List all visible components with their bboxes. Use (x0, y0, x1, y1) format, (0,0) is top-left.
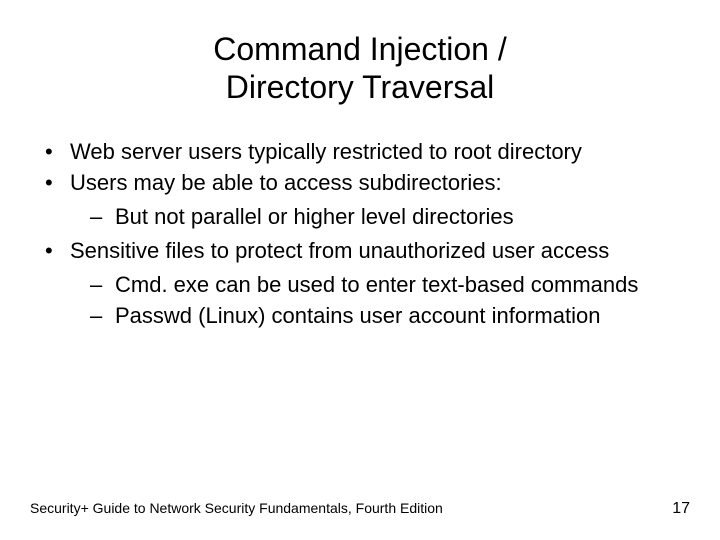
bullet-item: Web server users typically restricted to… (30, 137, 690, 167)
bullet-text: Users may be able to access subdirectori… (70, 170, 502, 195)
slide-title: Command Injection / Directory Traversal (30, 30, 690, 107)
sub-bullet-list: Cmd. exe can be used to enter text-based… (70, 270, 690, 331)
bullet-list: Web server users typically restricted to… (30, 137, 690, 331)
bullet-item: Users may be able to access subdirectori… (30, 168, 690, 231)
sub-bullet-text: But not parallel or higher level directo… (115, 204, 514, 229)
sub-bullet-text: Cmd. exe can be used to enter text-based… (115, 272, 638, 297)
footer-source: Security+ Guide to Network Security Fund… (30, 500, 443, 516)
sub-bullet-item: Cmd. exe can be used to enter text-based… (90, 270, 690, 300)
title-line-2: Directory Traversal (226, 69, 495, 105)
page-number: 17 (672, 500, 690, 518)
sub-bullet-item: Passwd (Linux) contains user account inf… (90, 301, 690, 331)
sub-bullet-text: Passwd (Linux) contains user account inf… (115, 303, 600, 328)
bullet-item: Sensitive files to protect from unauthor… (30, 236, 690, 331)
slide-footer: Security+ Guide to Network Security Fund… (30, 500, 690, 518)
bullet-text: Sensitive files to protect from unauthor… (70, 238, 609, 263)
slide-content: Web server users typically restricted to… (30, 137, 690, 331)
title-line-1: Command Injection / (213, 31, 506, 67)
sub-bullet-item: But not parallel or higher level directo… (90, 202, 690, 232)
sub-bullet-list: But not parallel or higher level directo… (70, 202, 690, 232)
bullet-text: Web server users typically restricted to… (70, 139, 582, 164)
